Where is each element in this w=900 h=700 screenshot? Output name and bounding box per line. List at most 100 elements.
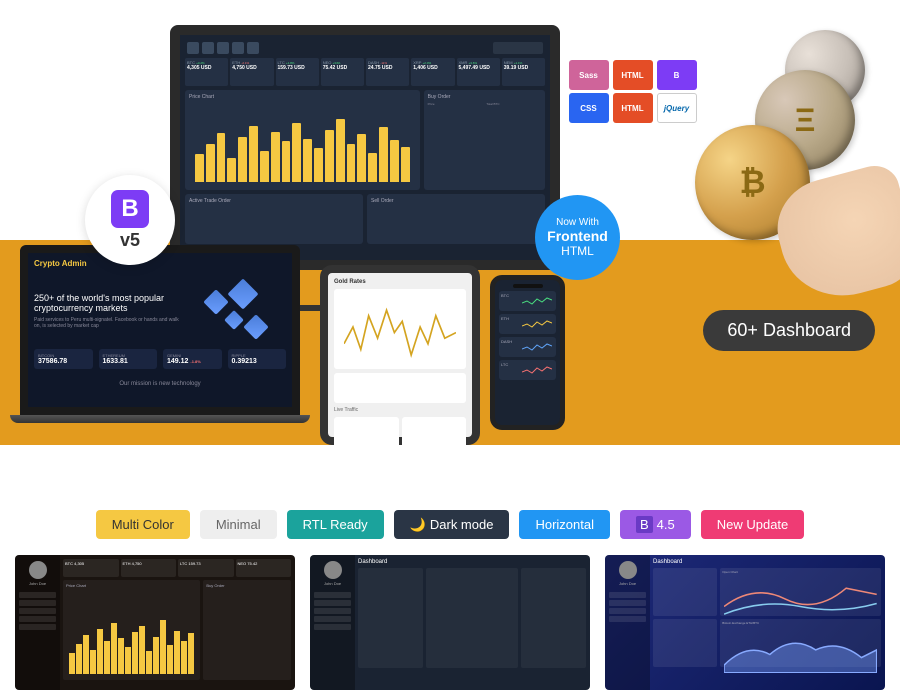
bs45-pill[interactable]: B 4.5 bbox=[620, 510, 691, 539]
ticker[interactable]: DASH -11%24.75 USD bbox=[366, 58, 409, 86]
hero-headline: 250+ of the world's most popular cryptoc… bbox=[34, 293, 184, 313]
pair-list bbox=[358, 568, 423, 668]
mini-chart bbox=[334, 417, 399, 457]
rtl-pill[interactable]: RTL Ready bbox=[287, 510, 384, 539]
bootstrap-icon: B bbox=[111, 190, 149, 228]
darkmode-pill[interactable]: 🌙Dark mode bbox=[394, 510, 510, 539]
bootstrap-icon: B bbox=[636, 516, 653, 533]
panel-title: Active Trade Order bbox=[189, 198, 359, 204]
chart-title: Price Chart bbox=[189, 94, 416, 100]
multicolor-pill[interactable]: Multi Color bbox=[96, 510, 190, 539]
laptop-base bbox=[10, 415, 310, 423]
line-chart-panel: Open Chart bbox=[720, 568, 881, 616]
decorative-cubes bbox=[197, 283, 267, 343]
order-table: Buy Order bbox=[203, 580, 291, 680]
preview-sidebar: John Doe bbox=[15, 555, 60, 690]
laptop-screen: Crypto Admin 250+ of the world's most po… bbox=[20, 245, 300, 415]
laptop-preview: Crypto Admin 250+ of the world's most po… bbox=[20, 245, 300, 425]
minimal-pill[interactable]: Minimal bbox=[200, 510, 277, 539]
ticker: ETH 4,750 bbox=[121, 559, 177, 577]
search-input[interactable] bbox=[493, 42, 543, 54]
crypto-stat: RIPPLE0.39213 bbox=[228, 349, 287, 369]
username: John Doe bbox=[19, 581, 56, 586]
blue-gradient-preview[interactable]: John Doe Dashboard Open Chart Bitcoin Ex… bbox=[605, 555, 885, 690]
bootstrap5-badge: B v5 bbox=[85, 175, 175, 265]
mini-chart bbox=[402, 417, 467, 457]
ticker: BTC 4,305 bbox=[63, 559, 119, 577]
avatar bbox=[619, 561, 637, 579]
mission-text: Our mission is new technology bbox=[34, 381, 286, 387]
sell-order-panel: Sell Order bbox=[367, 194, 545, 244]
active-trade-panel: Active Trade Order bbox=[185, 194, 363, 244]
bottom-previews: John Doe BTC 4,305ETH 4,750LTC 159.73NEO… bbox=[0, 555, 900, 690]
buy-order-panel: Buy Order PriceTotal BTC bbox=[424, 90, 545, 190]
ticker[interactable]: XMR +3.6%5,497.49 USD bbox=[457, 58, 500, 86]
dashboard-count-pill: 60+ Dashboard bbox=[703, 310, 875, 351]
ticker[interactable]: NEM +1.1%39.19 USD bbox=[502, 58, 545, 86]
bootstrap-version: v5 bbox=[120, 230, 140, 251]
phone-ticker[interactable]: BTC bbox=[499, 291, 556, 311]
price-chart: Price Chart bbox=[63, 580, 200, 680]
ticker: LTC 159.73 bbox=[178, 559, 234, 577]
chart-area: Price Chart Buy Order PriceTotal BTC bbox=[185, 90, 545, 190]
ticker[interactable]: BTC +3.2%4,305 USD bbox=[185, 58, 228, 86]
phone-ticker[interactable]: DASH bbox=[499, 337, 556, 357]
menu-icon[interactable] bbox=[187, 42, 199, 54]
bar-chart bbox=[195, 112, 410, 182]
badge-line: Frontend bbox=[547, 228, 608, 244]
preview-main: Dashboard bbox=[358, 559, 586, 686]
ticker[interactable]: ETH -2.1%4,750 USD bbox=[230, 58, 273, 86]
ticker[interactable]: NEO +34%75.42 USD bbox=[321, 58, 364, 86]
monitor-screen: BTC +3.2%4,305 USDETH -2.1%4,750 USDLTC … bbox=[170, 25, 560, 270]
feature-pills: Multi Color Minimal RTL Ready 🌙Dark mode… bbox=[0, 510, 900, 539]
badge-line: Now With bbox=[556, 217, 599, 228]
ticker[interactable]: LTC +1.8%159.73 USD bbox=[276, 58, 319, 86]
data-table bbox=[426, 568, 519, 668]
toolbar-icon[interactable] bbox=[202, 42, 214, 54]
panel-title: Buy Order bbox=[428, 94, 541, 100]
crypto-stats-row: BITCOIN37586.78ETHEREUM1633.81GEMINI149.… bbox=[34, 349, 286, 369]
html5-badge: HTML bbox=[613, 93, 653, 123]
data-panel bbox=[521, 568, 586, 668]
line-chart bbox=[334, 289, 466, 369]
stat-panel bbox=[653, 619, 717, 667]
crypto-stat: BITCOIN37586.78 bbox=[34, 349, 93, 369]
badge-line: HTML bbox=[561, 244, 594, 258]
horizontal-pill[interactable]: Horizontal bbox=[519, 510, 610, 539]
mini-charts bbox=[334, 373, 466, 403]
hero-section: BTC +3.2%4,305 USDETH -2.1%4,750 USDLTC … bbox=[0, 0, 900, 445]
phone-ticker[interactable]: ETH bbox=[499, 314, 556, 334]
ticker: NEO 75.42 bbox=[236, 559, 292, 577]
app-topbar bbox=[185, 40, 545, 56]
tablet-preview: Gold Rates Live Traffic bbox=[320, 265, 480, 445]
dark-blue-preview[interactable]: John Doe Dashboard bbox=[310, 555, 590, 690]
preview-main: Dashboard Open Chart Bitcoin Exchange ET… bbox=[653, 559, 881, 686]
main-title: Crypto Admin Dashboard Templates bbox=[0, 455, 900, 492]
preview-main: BTC 4,305ETH 4,750LTC 159.73NEO 75.42 Pr… bbox=[63, 559, 291, 686]
ticker[interactable]: XRP +2.0%1,406 USD bbox=[411, 58, 454, 86]
phone-preview: BTC ETH DASH LTC bbox=[490, 275, 565, 430]
username: John Doe bbox=[609, 581, 646, 586]
dark-gold-preview[interactable]: John Doe BTC 4,305ETH 4,750LTC 159.73NEO… bbox=[15, 555, 295, 690]
gauge-panel bbox=[653, 568, 717, 616]
css3-badge: CSS bbox=[569, 93, 609, 123]
new-update-pill[interactable]: New Update bbox=[701, 510, 805, 539]
price-tickers: BTC +3.2%4,305 USDETH -2.1%4,750 USDLTC … bbox=[185, 58, 545, 86]
moon-icon: 🌙 bbox=[410, 517, 426, 533]
phone-notch bbox=[513, 284, 543, 288]
toolbar-icon[interactable] bbox=[232, 42, 244, 54]
hero-subtitle: Paid services to Peru multi-signatel. Fa… bbox=[34, 317, 184, 329]
phone-ticker[interactable]: LTC bbox=[499, 360, 556, 380]
mini-chart bbox=[334, 373, 466, 403]
area-chart-panel: Bitcoin Exchange ETH/BTC bbox=[720, 619, 881, 667]
crypto-stat: GEMINI149.12 -1.8% bbox=[163, 349, 222, 369]
frontend-html-badge: Now With Frontend HTML bbox=[535, 195, 620, 280]
preview-sidebar: John Doe bbox=[605, 555, 650, 690]
crypto-coins-image: Ξ ₿ bbox=[680, 25, 890, 285]
toolbar-icon[interactable] bbox=[217, 42, 229, 54]
toolbar-icon[interactable] bbox=[247, 42, 259, 54]
preview-sidebar: John Doe bbox=[310, 555, 355, 690]
chart-title: Gold Rates bbox=[334, 279, 466, 285]
app-logo: Crypto Admin bbox=[34, 259, 286, 268]
sass-badge: Sass bbox=[569, 60, 609, 90]
